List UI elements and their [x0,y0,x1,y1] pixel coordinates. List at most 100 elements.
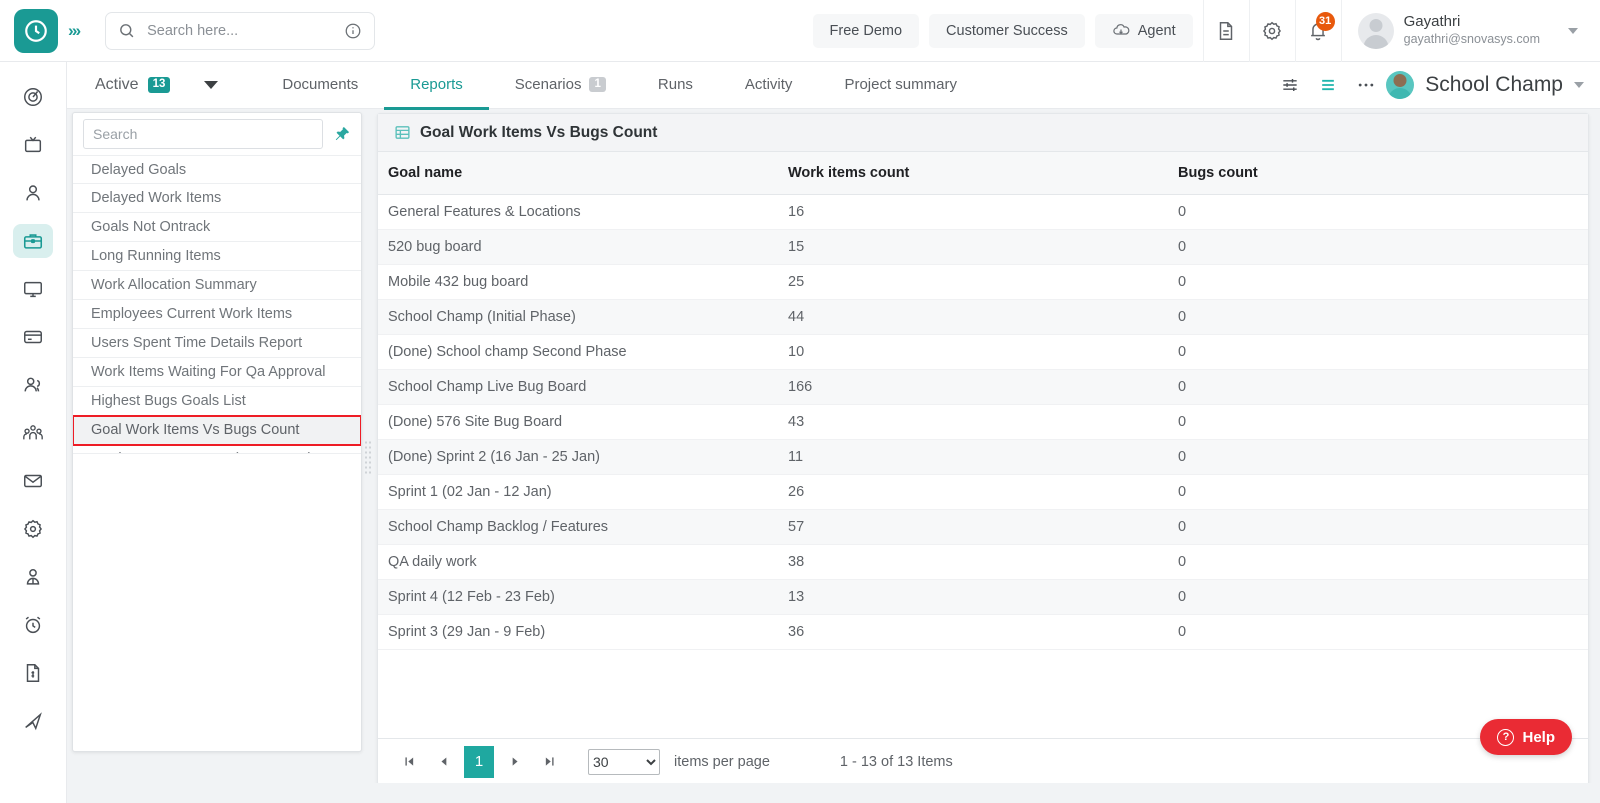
chevron-down-icon[interactable] [1568,27,1578,34]
page-size-select[interactable]: 30 [588,748,660,775]
next-page-button[interactable] [498,745,532,779]
report-search-input[interactable] [83,119,323,149]
report-list-item-selected[interactable]: Goal Work Items Vs Bugs Count [73,415,361,446]
sidebar-item-briefcase[interactable] [13,224,53,258]
report-list-item[interactable]: Users Spent Time Details Report [73,329,361,358]
tab-documents[interactable]: Documents [256,63,384,110]
sidebar-item-card[interactable] [13,320,53,354]
project-avatar [1386,71,1415,99]
report-list-item[interactable]: Long Running Items [73,242,361,271]
info-circle-icon[interactable] [344,22,362,40]
project-selector[interactable]: School Champ [1386,71,1584,99]
report-list-item[interactable]: Employees Current Work Items [73,300,361,329]
project-name: School Champ [1425,73,1563,96]
pin-icon[interactable] [333,125,351,143]
cell-work-items-count: 10 [778,334,1168,370]
sidebar-item-tv[interactable] [13,128,53,162]
sidebar-item-person[interactable] [13,176,53,210]
report-list-item[interactable]: Highest Bugs Goals List [73,387,361,416]
free-demo-label: Free Demo [829,22,903,39]
report-list-item-label: Highest Bugs Goals List [91,393,246,409]
sidebar-item-target[interactable] [13,80,53,114]
tab-project-summary-label: Project summary [844,76,957,93]
table-row[interactable]: School Champ (Initial Phase) 44 0 [378,299,1588,335]
tab-reports[interactable]: Reports [384,63,489,110]
report-list-item[interactable]: Delayed Work Items [73,184,361,213]
table-row[interactable]: Sprint 1 (02 Jan - 12 Jan) 26 0 [378,474,1588,510]
chevron-down-icon[interactable] [1574,82,1584,88]
icon-sidebar [0,62,67,803]
panel-resize-handle[interactable] [364,440,372,476]
prev-page-button[interactable] [426,745,460,779]
app-logo[interactable] [14,8,58,53]
tabbar-actions [1280,75,1376,95]
first-page-button[interactable] [392,745,426,779]
sidebar-item-monitor[interactable] [13,272,53,306]
table-row[interactable]: General Features & Locations 16 0 [378,194,1588,230]
cell-goal-name: School Champ (Initial Phase) [378,299,778,335]
list-view-button[interactable] [1318,75,1338,95]
sidebar-item-mail[interactable] [13,464,53,498]
bottom-strip [67,783,1600,803]
sidebar-item-team[interactable] [13,416,53,450]
cell-work-items-count: 16 [778,194,1168,230]
tab-project-summary[interactable]: Project summary [818,63,983,110]
documents-button[interactable] [1202,0,1249,62]
help-button[interactable]: ? Help [1480,719,1572,755]
table-row[interactable]: QA daily work 38 0 [378,544,1588,580]
column-header-goal-name[interactable]: Goal name [378,152,778,195]
sidebar-item-profile[interactable] [13,560,53,594]
report-list-item[interactable]: Work Items Waiting For Qa Approval [73,358,361,387]
free-demo-button[interactable]: Free Demo [812,13,920,48]
tab-activity[interactable]: Activity [719,63,819,110]
report-list-item[interactable]: Goals Not Ontrack [73,213,361,242]
table-row[interactable]: (Done) School champ Second Phase 10 0 [378,334,1588,370]
table-row[interactable]: School Champ Live Bug Board 166 0 [378,369,1588,405]
table-row[interactable]: School Champ Backlog / Features 57 0 [378,509,1588,545]
table-row[interactable]: (Done) Sprint 2 (16 Jan - 25 Jan) 11 0 [378,439,1588,475]
sidebar-item-invoice[interactable] [13,656,53,690]
chevron-double-right-icon[interactable]: »› [68,21,81,41]
search-icon [120,24,134,38]
page-number-1[interactable]: 1 [464,745,494,778]
filter-settings-button[interactable] [1280,75,1300,95]
tab-scenarios-badge: 1 [589,76,606,93]
table-row[interactable]: 520 bug board 15 0 [378,229,1588,265]
project-tabbar: Active 13 Documents Reports Scenarios 1 … [67,62,1600,110]
sidebar-item-timer[interactable] [13,608,53,642]
users-icon [24,377,41,392]
cell-bugs-count: 0 [1168,579,1588,615]
user-menu[interactable]: Gayathri gayathri@snovasys.com [1340,0,1600,62]
table-row[interactable]: Sprint 4 (12 Feb - 23 Feb) 13 0 [378,579,1588,615]
tab-scenarios[interactable]: Scenarios 1 [489,63,632,110]
customer-success-button[interactable]: Customer Success [929,13,1085,48]
report-list-item[interactable]: Goals Vs Bugs Count (P0, P1, P2) [73,445,361,453]
table-row[interactable]: Sprint 3 (29 Jan - 9 Feb) 36 0 [378,614,1588,650]
notifications-button[interactable]: 31 [1294,0,1341,62]
active-filter[interactable]: Active 13 [95,76,171,94]
table-row[interactable]: (Done) 576 Site Bug Board 43 0 [378,404,1588,440]
help-label: Help [1522,728,1555,746]
last-page-button[interactable] [532,745,566,779]
column-header-work-items-count[interactable]: Work items count [778,152,1168,195]
report-list-item[interactable]: Delayed Goals [73,155,361,184]
global-search[interactable] [105,11,376,50]
settings-button[interactable] [1248,0,1295,62]
cell-goal-name: School Champ Backlog / Features [378,509,778,545]
active-filter-dropdown-icon[interactable] [204,81,219,89]
sidebar-item-send[interactable] [13,704,53,738]
user-badge-icon [26,569,40,585]
target-icon [24,88,42,106]
sidebar-item-settings[interactable] [13,512,53,546]
report-list-item[interactable]: Work Allocation Summary [73,271,361,300]
table-row[interactable]: Mobile 432 bug board 25 0 [378,264,1588,300]
report-list-item-label: Employees Current Work Items [91,306,293,322]
column-header-bugs-count[interactable]: Bugs count [1168,152,1588,195]
tab-runs[interactable]: Runs [632,63,719,110]
cell-bugs-count: 0 [1168,229,1588,265]
agent-button[interactable]: Agent [1094,13,1193,48]
sidebar-item-users[interactable] [13,368,53,402]
search-input[interactable] [147,22,345,39]
cell-work-items-count: 38 [778,544,1168,580]
more-options-button[interactable] [1356,80,1376,90]
